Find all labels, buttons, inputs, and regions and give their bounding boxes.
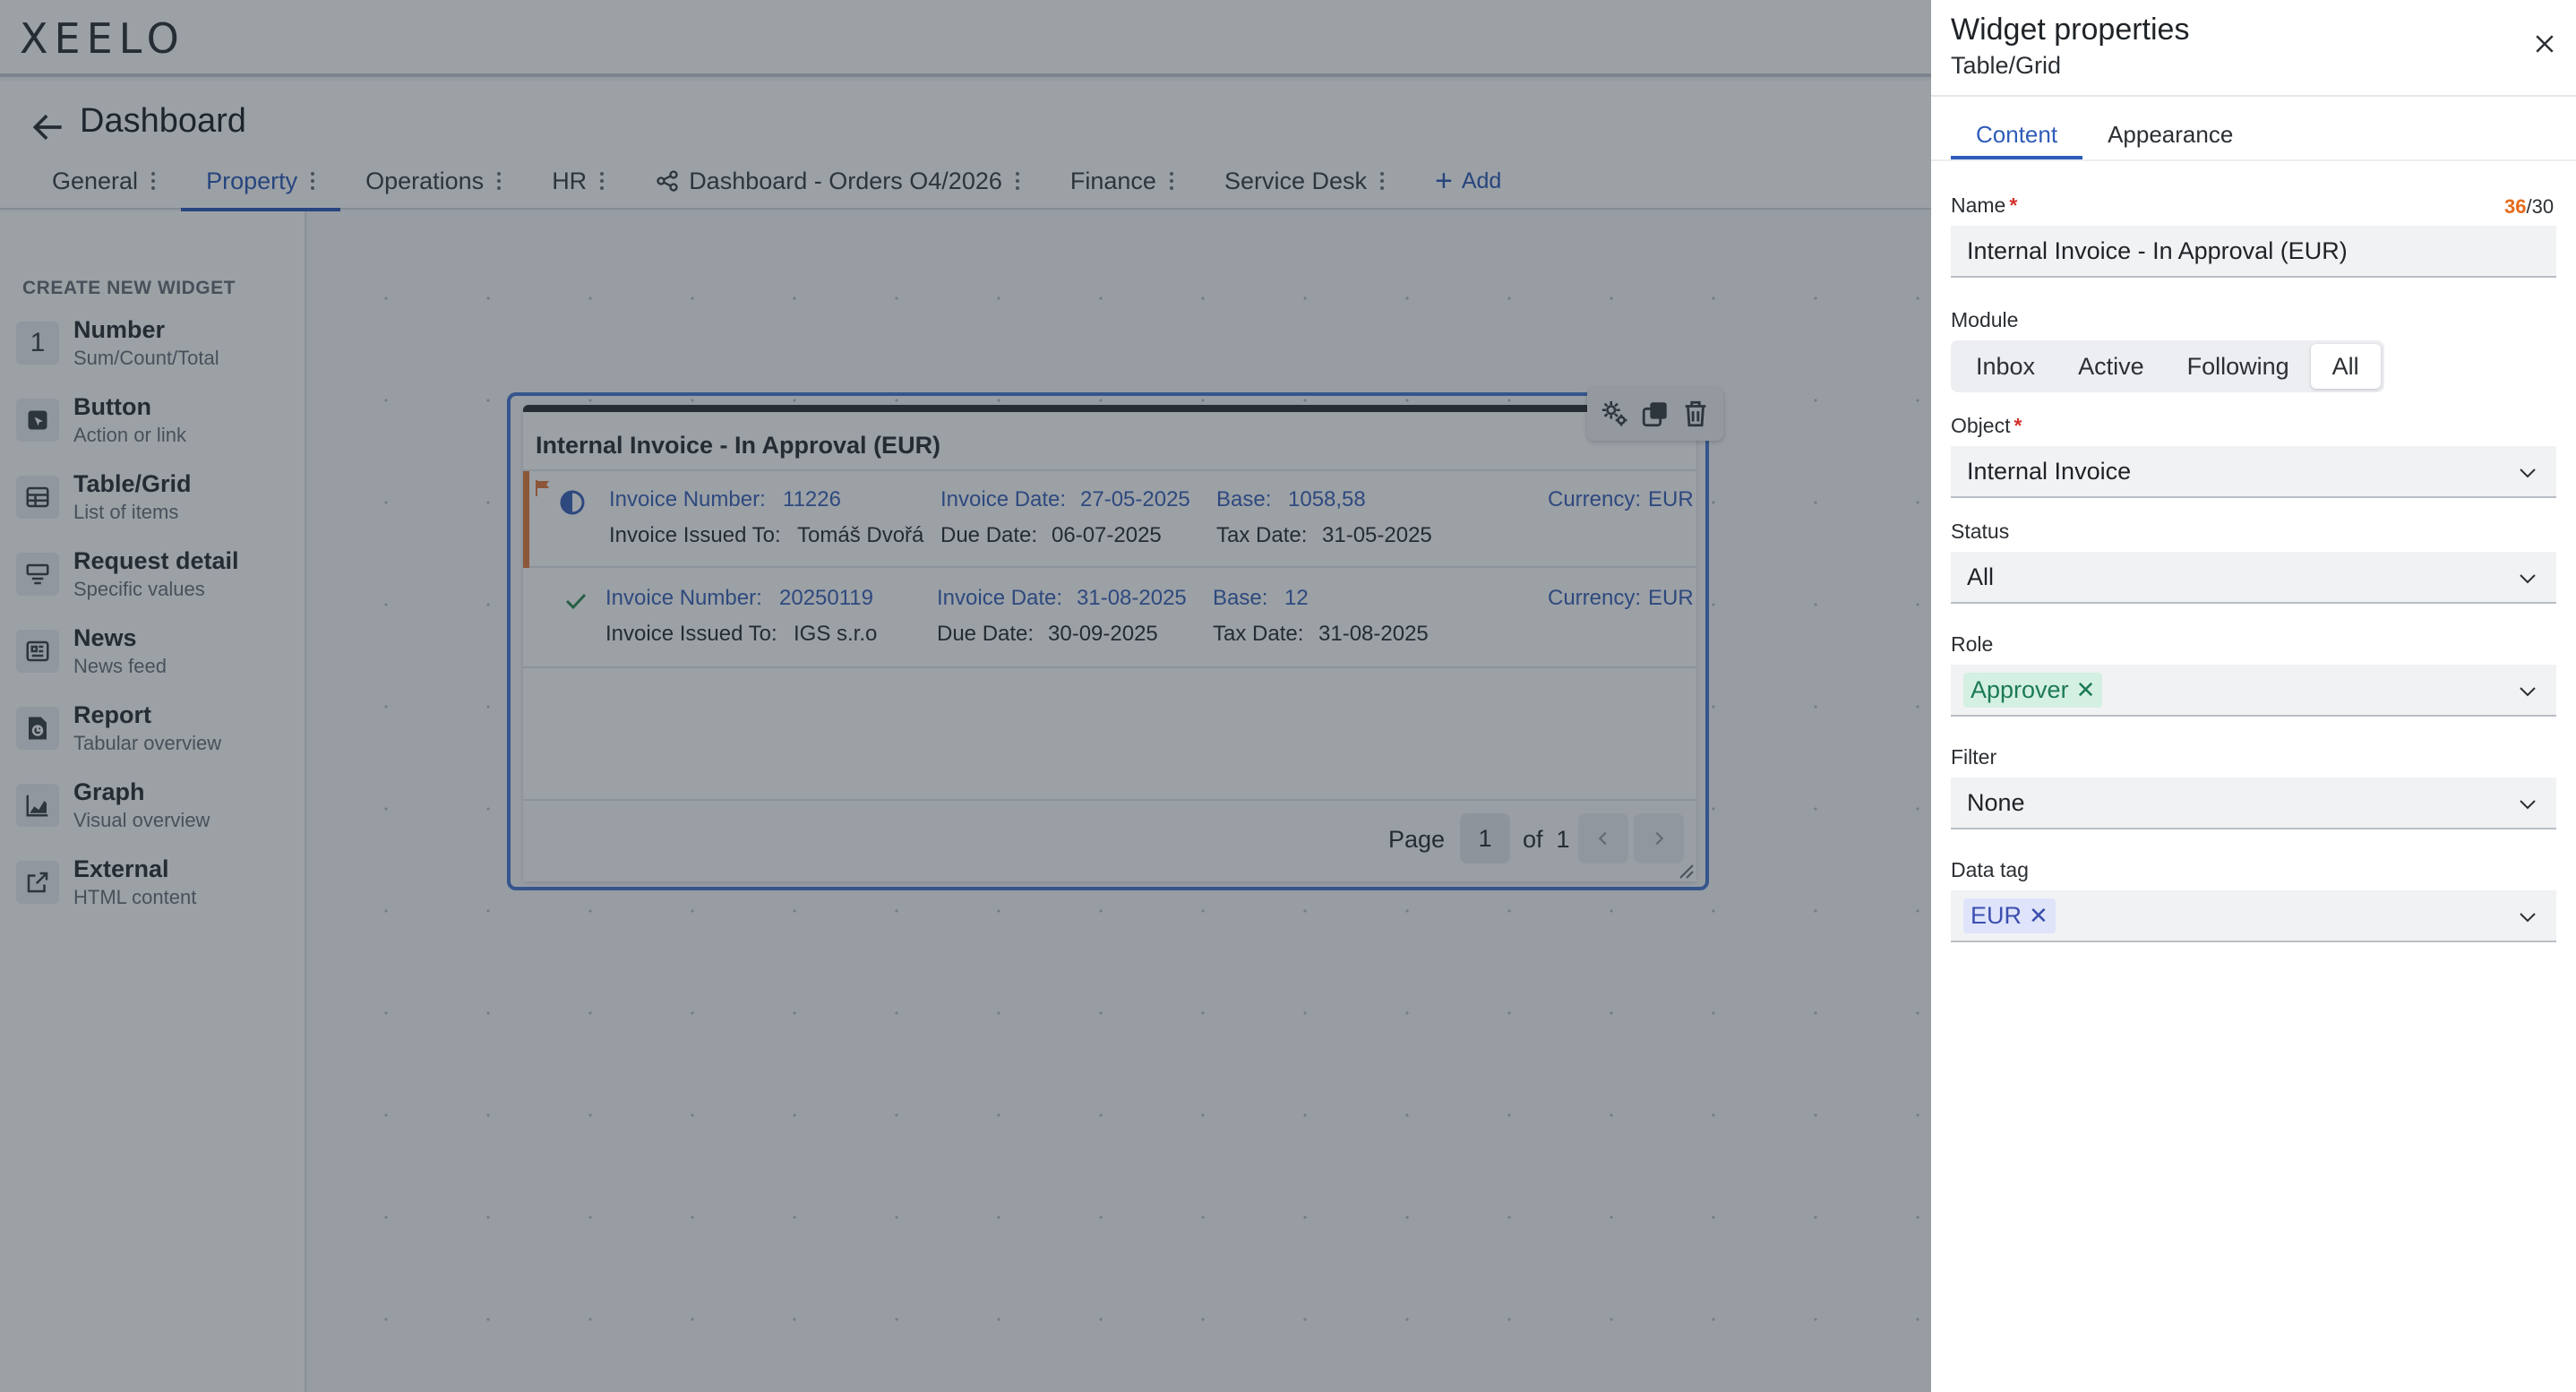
status-label: Status: [1951, 520, 2010, 543]
chevron-down-icon: [2520, 687, 2536, 697]
data-tag-chip: EUR ✕: [1963, 898, 2056, 933]
char-max: /30: [2526, 195, 2555, 218]
module-option-active[interactable]: Active: [2057, 344, 2166, 389]
panel-tabs: Content Appearance: [1951, 109, 2258, 159]
data-tag-chip-label: EUR: [1971, 901, 2022, 929]
required-marker: *: [2009, 193, 2018, 217]
char-count: 36: [2504, 195, 2527, 218]
object-value: Internal Invoice: [1967, 457, 2132, 485]
chevron-down-icon: [2520, 913, 2536, 923]
panel-subtitle: Table/Grid: [1951, 52, 2062, 79]
name-field[interactable]: [1951, 226, 2556, 278]
module-option-following[interactable]: Following: [2166, 344, 2311, 389]
data-tag-label: Data tag: [1951, 858, 2029, 881]
role-label: Role: [1951, 632, 1994, 656]
role-select[interactable]: Approver ✕: [1951, 665, 2556, 717]
name-input[interactable]: [1967, 236, 2556, 265]
panel-title: Widget properties: [1951, 13, 2190, 47]
name-label-text: Name: [1951, 193, 2006, 217]
name-char-counter: 36/30: [2504, 195, 2554, 219]
object-label: Object *: [1951, 414, 2022, 438]
tab-content[interactable]: Content: [1951, 109, 2083, 159]
modal-backdrop[interactable]: [0, 0, 1931, 1392]
remove-chip-icon[interactable]: ✕: [2029, 902, 2048, 930]
chevron-down-icon: [2520, 574, 2536, 584]
filter-value: None: [1967, 788, 2025, 816]
status-value: All: [1967, 563, 1995, 590]
data-tag-select[interactable]: EUR ✕: [1951, 890, 2556, 942]
status-select[interactable]: All: [1951, 552, 2556, 604]
module-segmented-control: Inbox Active Following All: [1951, 340, 2384, 392]
chevron-down-icon: [2520, 468, 2536, 478]
object-select[interactable]: Internal Invoice: [1951, 446, 2556, 498]
close-icon[interactable]: [2531, 30, 2558, 57]
filter-select[interactable]: None: [1951, 778, 2556, 829]
module-option-inbox[interactable]: Inbox: [1954, 344, 2057, 389]
object-label-text: Object: [1951, 414, 2011, 437]
name-label: Name *: [1951, 193, 2017, 218]
role-chip-label: Approver: [1971, 675, 2069, 703]
tab-appearance[interactable]: Appearance: [2082, 109, 2258, 159]
tabs-underline: [1931, 159, 2576, 161]
remove-chip-icon[interactable]: ✕: [2076, 676, 2096, 704]
chevron-down-icon: [2520, 800, 2536, 810]
required-marker: *: [2014, 414, 2022, 437]
role-chip: Approver ✕: [1963, 672, 2103, 708]
filter-label: Filter: [1951, 745, 1997, 769]
widget-properties-panel: Widget properties Table/Grid Content App…: [1931, 0, 2576, 1392]
panel-divider: [1931, 95, 2576, 97]
module-option-all[interactable]: All: [2310, 344, 2381, 389]
module-label: Module: [1951, 308, 2019, 331]
